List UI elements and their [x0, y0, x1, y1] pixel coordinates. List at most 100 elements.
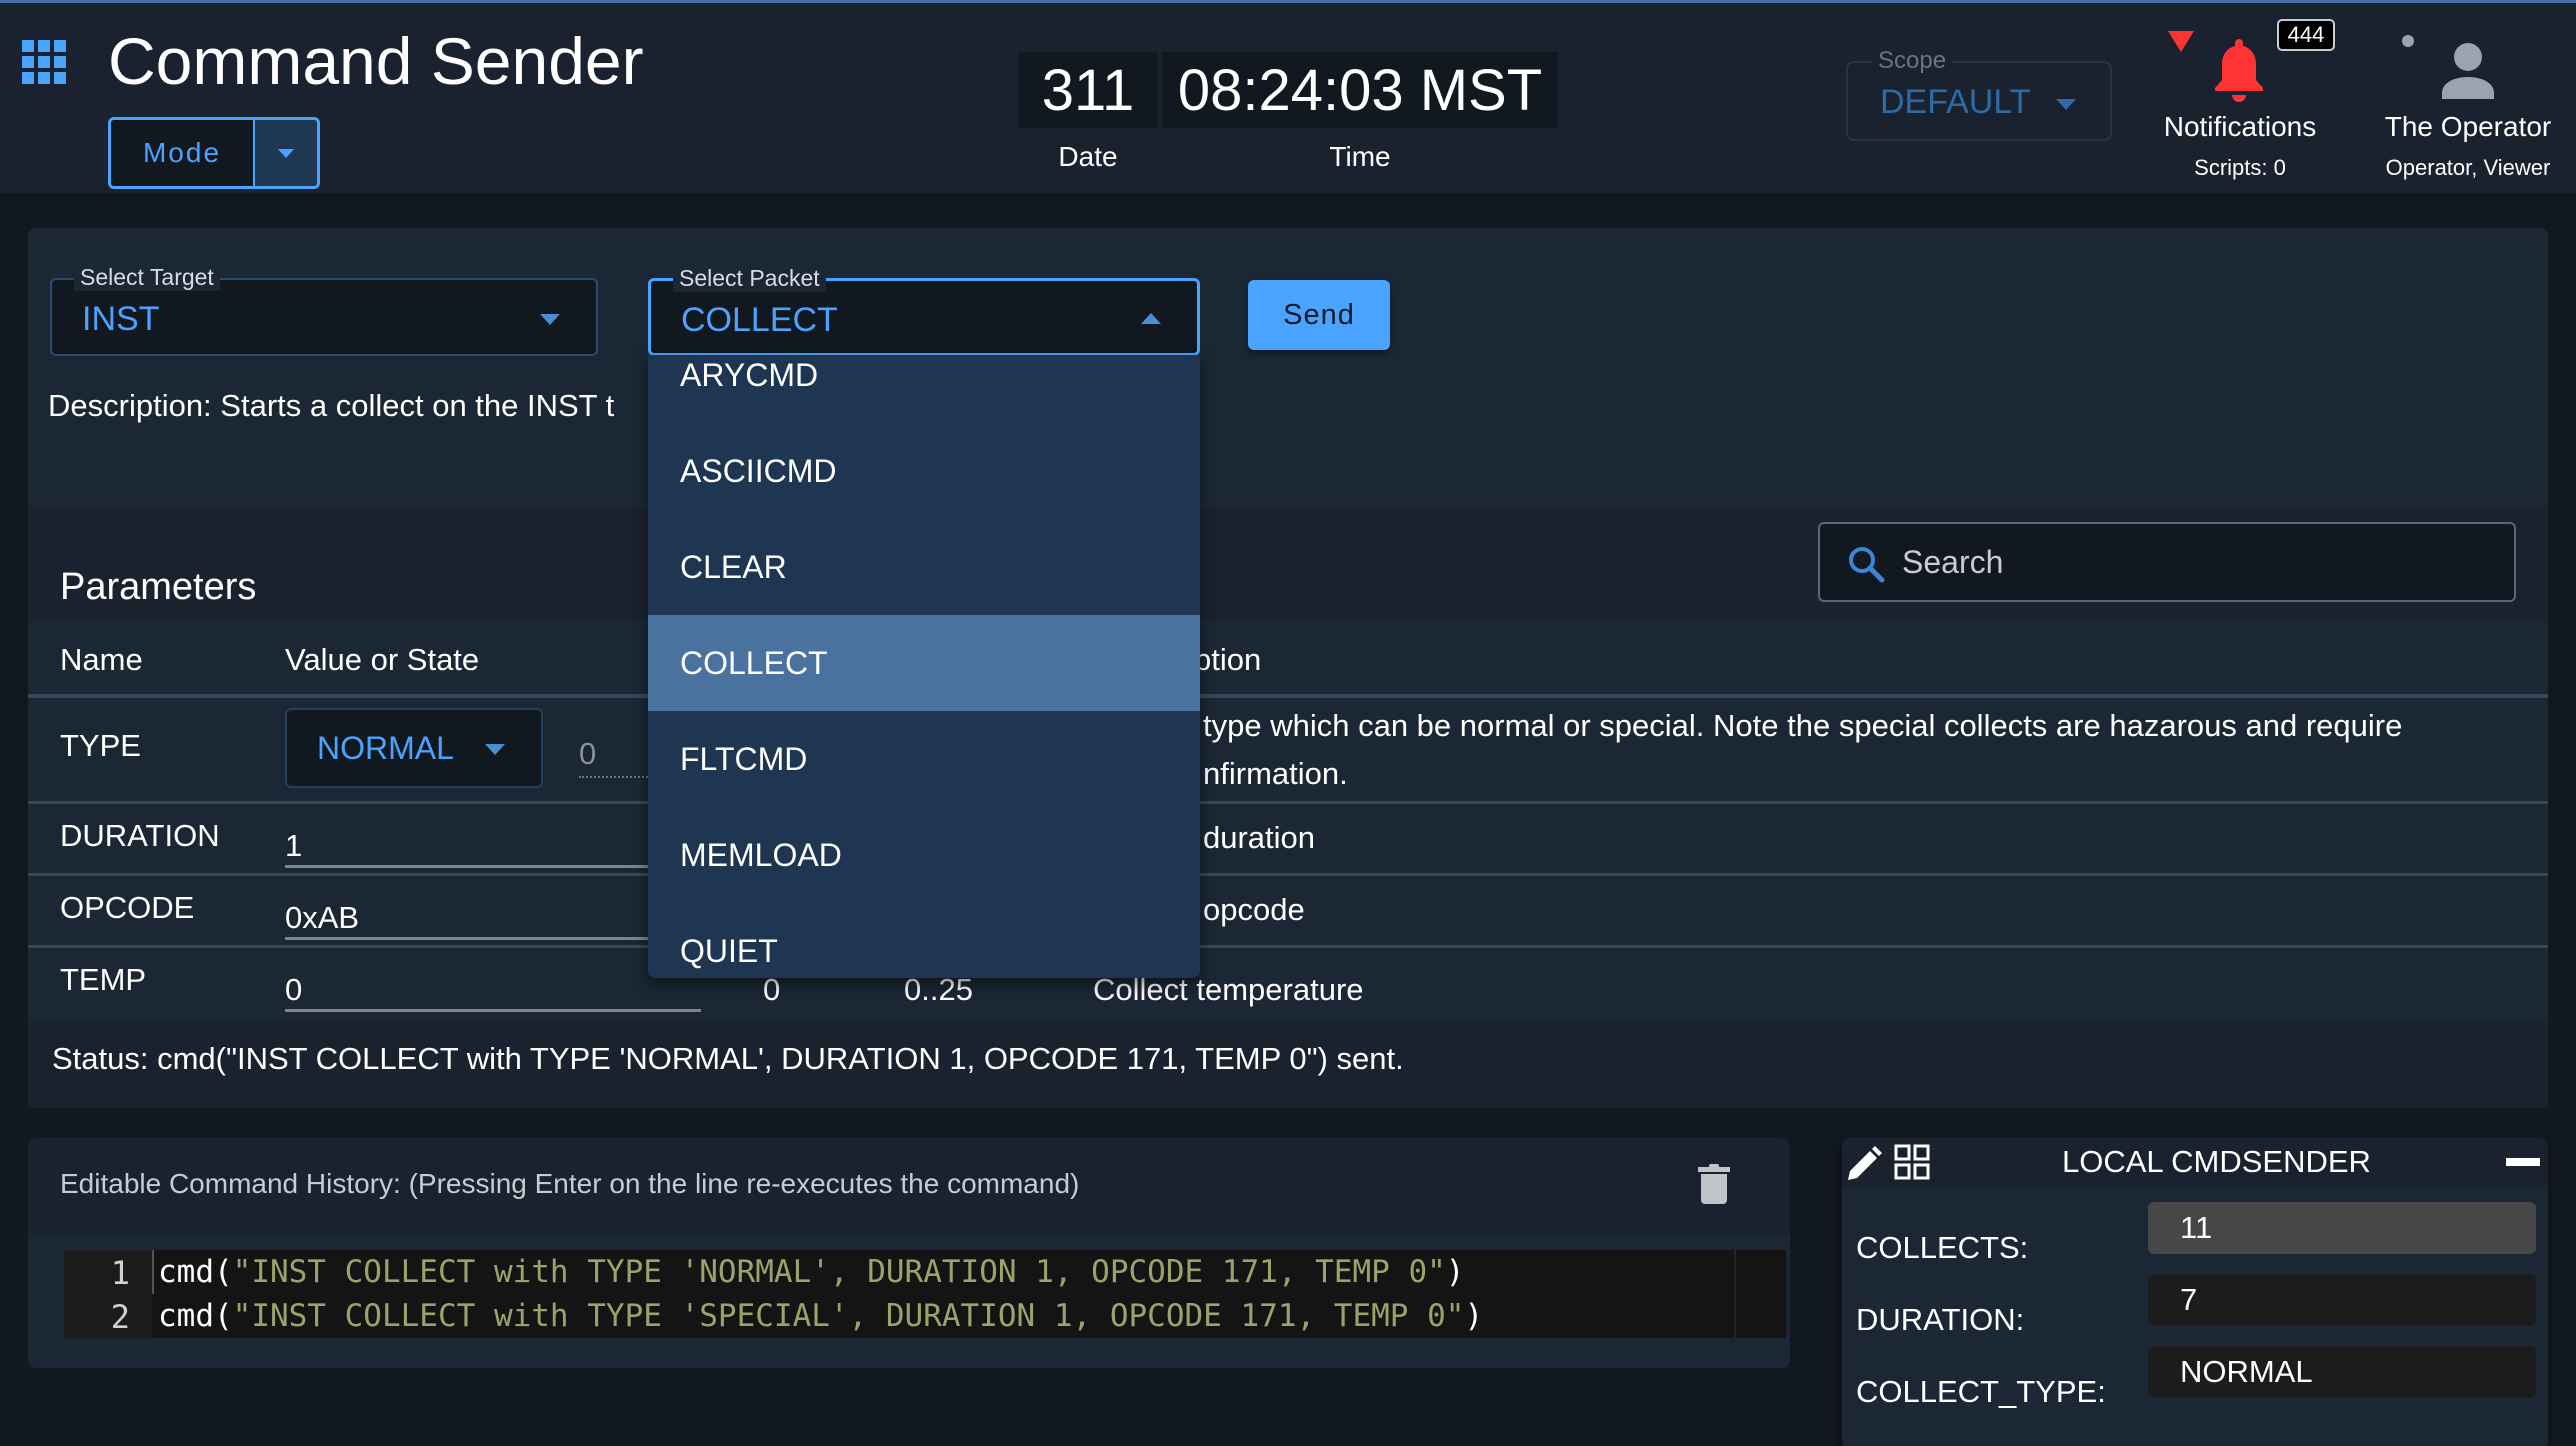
- user-icon[interactable]: [2438, 41, 2498, 99]
- command-card: Select Target INST Select Packet COLLECT…: [28, 228, 2548, 1108]
- chevron-down-icon: [485, 744, 505, 755]
- select-packet-label: Select Packet: [673, 265, 826, 292]
- select-packet[interactable]: Select Packet COLLECT: [648, 265, 1200, 356]
- parameters-title: Parameters: [60, 566, 257, 608]
- type-select[interactable]: NORMAL: [285, 708, 543, 788]
- collects-label: COLLECTS:: [1856, 1230, 2029, 1265]
- chevron-down-icon: [278, 148, 294, 158]
- parameters-section: Parameters Name Value or State ption TYP…: [28, 508, 2548, 1108]
- bell-icon[interactable]: [2212, 37, 2266, 103]
- mode-dropdown-button[interactable]: [255, 120, 317, 186]
- column-header-value[interactable]: Value or State: [285, 642, 479, 678]
- mode-button-group: Mode: [108, 117, 320, 189]
- param-description-line2: nfirmation.: [1203, 756, 1348, 791]
- code-function: cmd(: [158, 1254, 233, 1290]
- duration-label: DURATION:: [1856, 1302, 2025, 1337]
- grid-icon[interactable]: [1894, 1144, 1930, 1180]
- search-input[interactable]: [1902, 538, 2492, 586]
- editor-print-margin: [1734, 1250, 1736, 1338]
- table-row: TYPE NORMAL 0 type which can be normal o…: [28, 698, 2548, 804]
- opcode-input[interactable]: 0xAB: [285, 890, 701, 940]
- status-message: Status: cmd("INST COLLECT with TYPE 'NOR…: [52, 1041, 1404, 1076]
- app-title: Command Sender: [108, 24, 644, 98]
- collects-value: 11: [2148, 1202, 2536, 1254]
- code-paren: ): [1464, 1298, 1484, 1334]
- time-display: 08:24:03 MST: [1162, 52, 1558, 128]
- time-label: Time: [1329, 141, 1391, 172]
- history-line[interactable]: cmd("INST COLLECT with TYPE 'NORMAL', DU…: [158, 1254, 1464, 1290]
- dropdown-item-memload[interactable]: MEMLOAD: [648, 807, 1200, 903]
- table-row: DURATION 1 duration: [28, 804, 2548, 876]
- alert-triangle-icon: [2168, 31, 2194, 52]
- apps-grid-icon[interactable]: [22, 40, 66, 84]
- dropdown-item-collect[interactable]: COLLECT: [648, 615, 1200, 711]
- date-display: 311: [1019, 52, 1157, 128]
- send-button[interactable]: Send: [1248, 280, 1390, 350]
- select-target-label: Select Target: [74, 264, 220, 291]
- chevron-down-icon: [540, 314, 560, 325]
- dropdown-item-clear[interactable]: CLEAR: [648, 519, 1200, 615]
- history-line[interactable]: cmd("INST COLLECT with TYPE 'SPECIAL', D…: [158, 1298, 1483, 1334]
- temp-input[interactable]: 0: [285, 962, 701, 1012]
- collect-type-value: NORMAL: [2148, 1346, 2536, 1398]
- chevron-down-icon: [2056, 99, 2076, 110]
- line-number: 2: [110, 1298, 130, 1336]
- column-header-description[interactable]: ption: [1194, 642, 1261, 678]
- app-header: Command Sender Mode 311 08:24:03 MST Dat…: [0, 0, 2576, 193]
- widget-title: LOCAL CMDSENDER: [2062, 1144, 2371, 1179]
- table-row: TEMP 0 0 0..25 Collect temperature: [28, 948, 2548, 1022]
- table-row: OPCODE 0xAB opcode: [28, 876, 2548, 948]
- search-field[interactable]: [1818, 522, 2516, 602]
- scope-select[interactable]: Scope DEFAULT: [1846, 47, 2112, 141]
- command-history-editor[interactable]: 1 2 cmd("INST COLLECT with TYPE 'NORMAL'…: [64, 1250, 1786, 1338]
- local-cmdsender-widget: LOCAL CMDSENDER COLLECTS: 11 DURATION: 7…: [1842, 1138, 2548, 1446]
- command-history-panel: Editable Command History: (Pressing Ente…: [28, 1138, 1790, 1368]
- user-name[interactable]: The Operator: [2368, 111, 2568, 143]
- param-description-line1: type which can be normal or special. Not…: [1203, 708, 2403, 743]
- column-header-name[interactable]: Name: [60, 642, 143, 678]
- status-dot-icon: [2402, 35, 2414, 47]
- notifications-badge: 444: [2277, 19, 2335, 51]
- scope-value: DEFAULT: [1880, 83, 2031, 121]
- code-string: "INST COLLECT with TYPE 'SPECIAL', DURAT…: [232, 1298, 1465, 1334]
- trash-icon[interactable]: [1698, 1164, 1730, 1204]
- pencil-icon[interactable]: [1846, 1144, 1884, 1182]
- type-select-value: NORMAL: [317, 730, 454, 766]
- code-string: "INST COLLECT with TYPE 'NORMAL', DURATI…: [232, 1254, 1446, 1290]
- line-number: 1: [110, 1254, 130, 1292]
- user-roles: Operator, Viewer: [2385, 155, 2551, 180]
- dropdown-item-arycmd[interactable]: ARYCMD: [648, 355, 1200, 423]
- widget-header: LOCAL CMDSENDER: [1842, 1138, 2548, 1186]
- history-title: Editable Command History: (Pressing Ente…: [60, 1168, 1080, 1199]
- select-target[interactable]: Select Target INST: [50, 264, 598, 356]
- collect-type-label: COLLECT_TYPE:: [1856, 1374, 2106, 1409]
- param-description: duration: [1203, 820, 1316, 855]
- duration-input[interactable]: 1: [285, 818, 701, 868]
- packet-description: Description: Starts a collect on the INS…: [48, 388, 615, 423]
- param-name: TYPE: [60, 728, 141, 763]
- history-header: Editable Command History: (Pressing Ente…: [28, 1138, 1790, 1234]
- duration-value: 7: [2148, 1274, 2536, 1326]
- parameters-table: Name Value or State ption TYPE NORMAL 0 …: [28, 620, 2548, 1022]
- select-packet-value: COLLECT: [681, 301, 838, 339]
- notifications-label[interactable]: Notifications: [2140, 111, 2340, 143]
- scope-label: Scope: [1872, 47, 1953, 75]
- mode-button[interactable]: Mode: [111, 120, 255, 186]
- select-target-value: INST: [82, 300, 160, 338]
- dropdown-item-quiet[interactable]: QUIET: [648, 903, 1200, 978]
- param-description: opcode: [1203, 892, 1305, 927]
- dropdown-item-fltcmd[interactable]: FLTCMD: [648, 711, 1200, 807]
- param-name: OPCODE: [60, 890, 195, 925]
- param-name: DURATION: [60, 818, 220, 853]
- code-paren: ): [1445, 1254, 1465, 1290]
- table-header: Name Value or State ption: [28, 620, 2548, 698]
- search-icon: [1849, 547, 1885, 583]
- packet-dropdown-menu: ARYCMD ASCIICMD CLEAR COLLECT FLTCMD MEM…: [648, 355, 1200, 978]
- date-label: Date: [1058, 141, 1118, 172]
- chevron-up-icon: [1141, 313, 1161, 324]
- code-function: cmd(: [158, 1298, 233, 1334]
- minimize-icon[interactable]: [2506, 1158, 2540, 1166]
- dropdown-item-asciicmd[interactable]: ASCIICMD: [648, 423, 1200, 519]
- param-name: TEMP: [60, 962, 147, 997]
- scripts-count: Scripts: 0: [2194, 155, 2286, 180]
